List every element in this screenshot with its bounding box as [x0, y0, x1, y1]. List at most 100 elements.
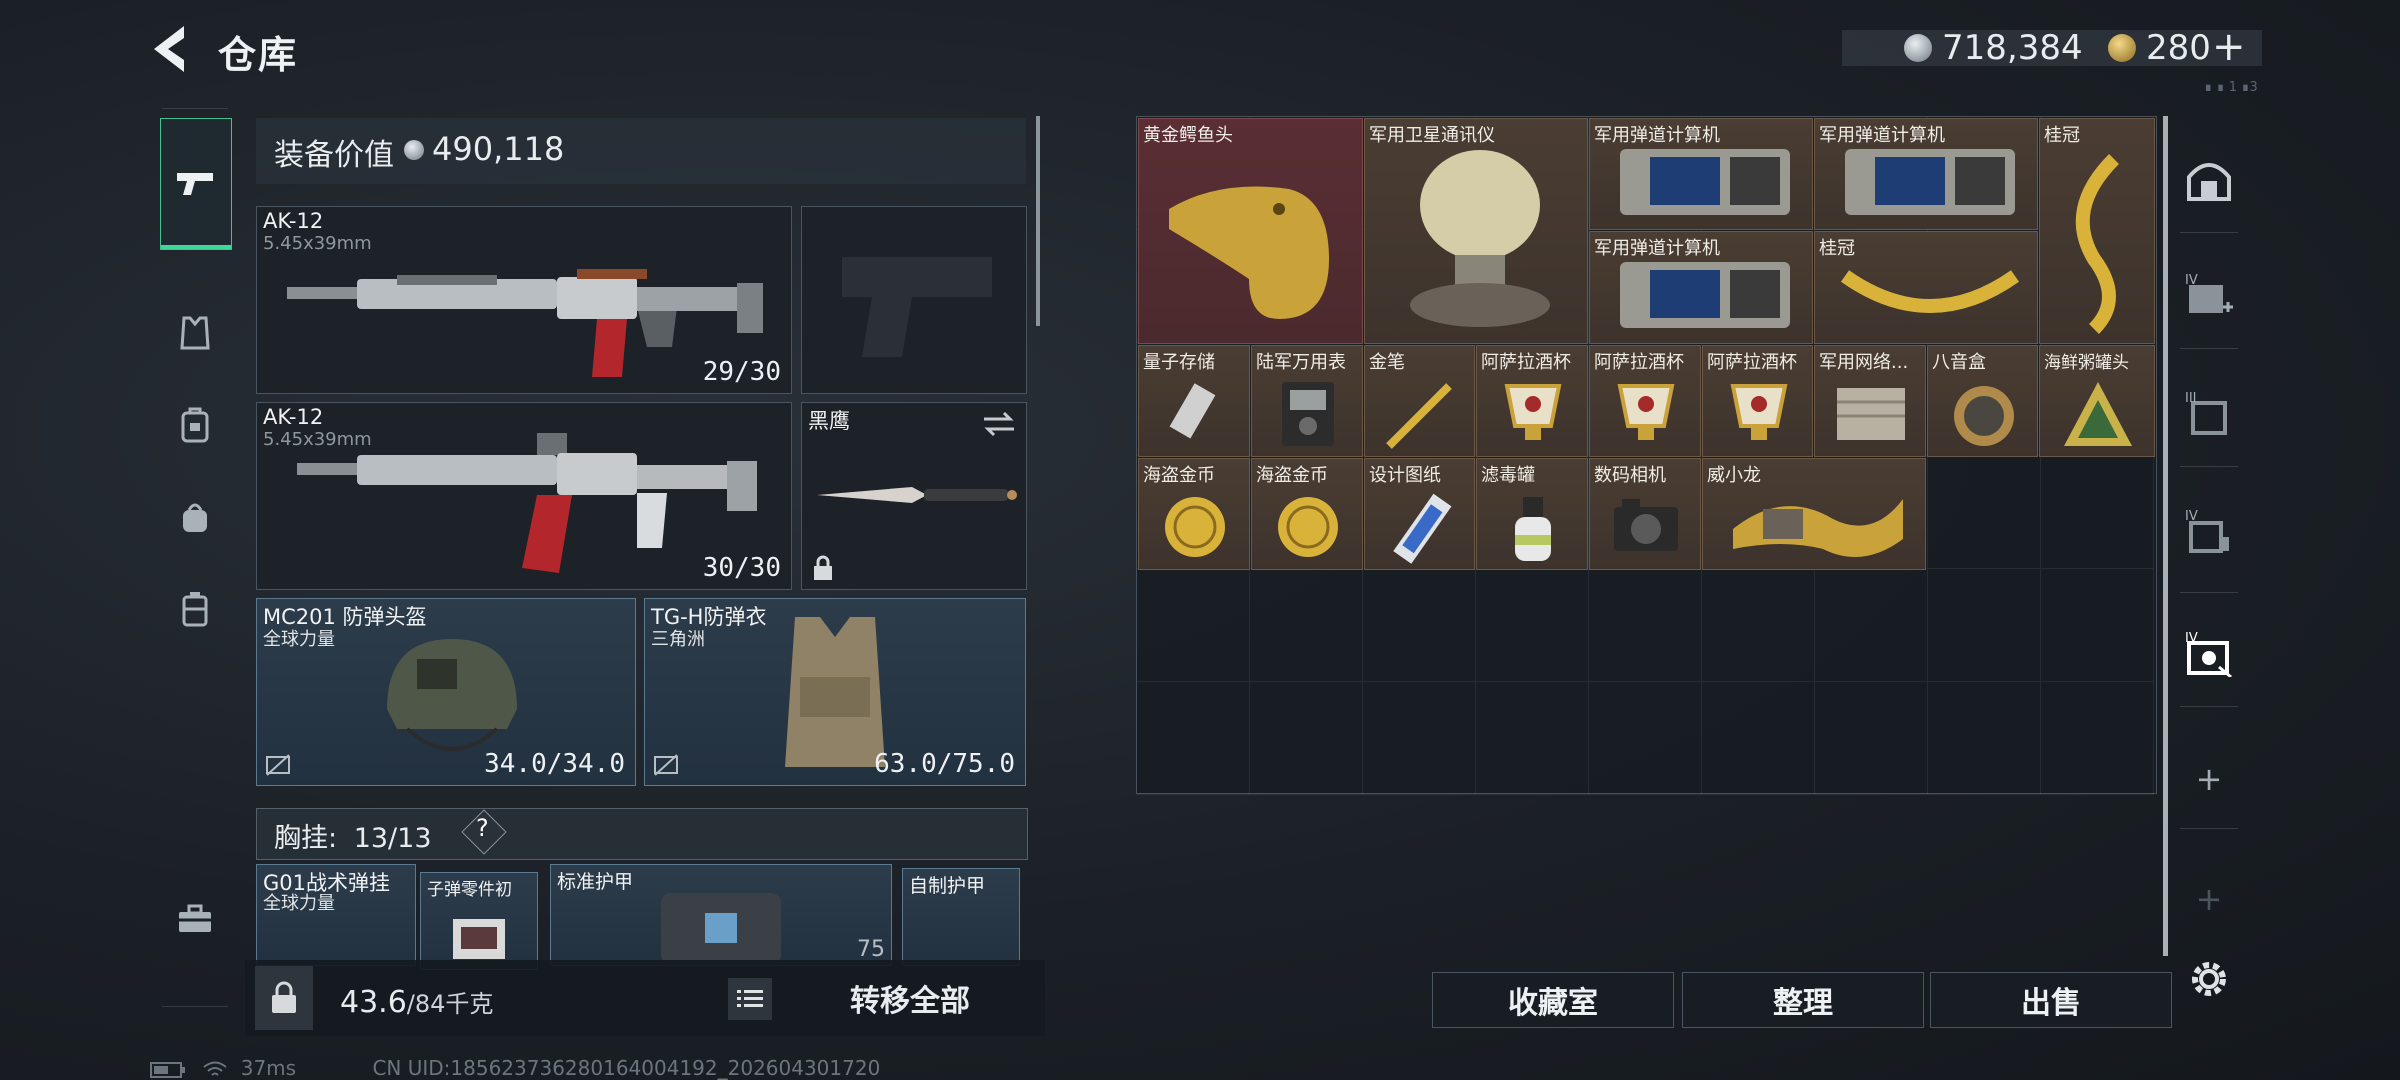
- rig-homemade-armor-slot[interactable]: 自制护甲: [902, 868, 1020, 966]
- stash-item[interactable]: 黄金鳄鱼头: [1138, 118, 1363, 344]
- rifle-icon: [287, 269, 763, 377]
- canned-food-icon: [2064, 382, 2132, 446]
- tier-label: IV: [2185, 273, 2198, 288]
- pistol-silhouette-icon: [842, 257, 992, 357]
- sidebar-item-case[interactable]: [160, 574, 230, 644]
- stash-item[interactable]: 金笔: [1364, 345, 1475, 457]
- stash-cell[interactable]: [1589, 682, 1702, 795]
- sidebar-item-stash-4b[interactable]: IV: [2182, 506, 2236, 560]
- secondary-weapon-slot[interactable]: [801, 206, 1027, 394]
- sidebar-add-button[interactable]: +: [2182, 752, 2236, 806]
- page-title: 仓库: [218, 33, 299, 77]
- stash-cell[interactable]: [1815, 682, 1928, 795]
- stash-item[interactable]: 海盗金币: [1251, 458, 1363, 570]
- tier-label: IV: [2185, 509, 2198, 524]
- ammo-count: 30/30: [702, 553, 781, 583]
- weight-current: 43.6: [340, 985, 407, 1020]
- stash-item[interactable]: 威小龙: [1702, 458, 1926, 570]
- slot-faction: 全球力量: [263, 893, 335, 914]
- stash-item[interactable]: 海鲜粥罐头: [2039, 345, 2155, 457]
- network-device-icon: [1837, 388, 1905, 440]
- back-button[interactable]: [148, 22, 192, 76]
- stash-cell[interactable]: [1589, 569, 1702, 682]
- silver-currency-value: 718,384: [1942, 28, 2083, 68]
- stash-item[interactable]: 量子存储: [1138, 345, 1250, 457]
- rig-armor-slot[interactable]: 标准护甲 75: [550, 864, 892, 966]
- list-view-button[interactable]: [728, 978, 772, 1020]
- sell-button[interactable]: 出售: [1930, 972, 2172, 1028]
- gold-coin-icon: [1278, 497, 1338, 557]
- stash-item[interactable]: 设计图纸: [1364, 458, 1475, 570]
- stash-cell[interactable]: [1815, 569, 1928, 682]
- add-gold-button[interactable]: +: [2212, 24, 2246, 70]
- sidebar-item-stash-4-active[interactable]: IV: [2182, 628, 2236, 682]
- transfer-all-button[interactable]: 转移全部: [790, 966, 1030, 1030]
- stash-cell[interactable]: [1928, 456, 2041, 569]
- stash-cell[interactable]: [1137, 682, 1250, 795]
- stash-cell[interactable]: [1476, 569, 1589, 682]
- stash-cell[interactable]: [2041, 569, 2154, 682]
- stash-item[interactable]: 军用网络...: [1814, 345, 1926, 457]
- rig-pocket-slot[interactable]: 子弹零件初: [420, 872, 538, 970]
- stash-item[interactable]: 阿萨拉酒杯: [1702, 345, 1813, 457]
- stash-item[interactable]: 桂冠: [2039, 118, 2155, 344]
- stash-item[interactable]: 陆军万用表: [1251, 345, 1363, 457]
- stash-item[interactable]: 阿萨拉酒杯: [1476, 345, 1588, 457]
- stash-cell[interactable]: [1137, 569, 1250, 682]
- stash-item[interactable]: 桂冠: [1814, 231, 2038, 344]
- melee-weapon-slot[interactable]: 黑鹰: [801, 402, 1027, 590]
- helmet-slot[interactable]: MC201 防弹头盔 全球力量 34.0/34.0: [256, 598, 636, 786]
- sidebar-divider: [162, 1006, 228, 1007]
- weight-lock-button[interactable]: [255, 966, 313, 1030]
- stash-item[interactable]: 军用弹道计算机: [1589, 231, 1813, 344]
- armor-pack-icon: [661, 893, 781, 965]
- primary-weapon-slot[interactable]: AK-12 5.45x39mm 29/30: [256, 206, 792, 394]
- sidebar-item-backpack[interactable]: [160, 390, 230, 460]
- stash-cell[interactable]: [1928, 569, 2041, 682]
- stash-cell[interactable]: [2041, 456, 2154, 569]
- settings-button[interactable]: [2182, 952, 2236, 1006]
- stash-cell[interactable]: [1476, 682, 1589, 795]
- primary-weapon-slot-2[interactable]: AK-12 5.45x39mm 30/30: [256, 402, 792, 590]
- sidebar-item-toolbox[interactable]: [160, 884, 230, 954]
- satellite-communicator-icon: [1410, 150, 1550, 327]
- tier-label: III: [2185, 391, 2197, 406]
- stash-item[interactable]: 军用卫星通讯仪: [1364, 118, 1588, 344]
- stash-cell[interactable]: [2041, 682, 2154, 795]
- slot-name: 子弹零件初: [427, 880, 512, 900]
- armor-value: 75: [857, 937, 885, 962]
- slot-name: 黑鹰: [808, 409, 850, 433]
- knife-icon: [817, 487, 1017, 503]
- rig-slot[interactable]: G01战术弹挂 全球力量: [256, 864, 416, 966]
- sidebar-item-weapons[interactable]: [160, 118, 232, 250]
- stash-scrollbar[interactable]: [2163, 116, 2168, 956]
- stash-cell[interactable]: [1702, 569, 1815, 682]
- equipment-scrollbar[interactable]: [1036, 116, 1040, 326]
- stash-cell[interactable]: [1363, 569, 1476, 682]
- stash-item[interactable]: 阿萨拉酒杯: [1589, 345, 1701, 457]
- sidebar-item-stash-4-add[interactable]: IV: [2182, 270, 2236, 324]
- sidebar-item-bag[interactable]: [160, 482, 230, 552]
- sidebar-divider: [2180, 828, 2238, 829]
- stash-cell[interactable]: [1250, 682, 1363, 795]
- stash-item[interactable]: 数码相机: [1589, 458, 1701, 570]
- back-arrow-icon: [154, 26, 184, 72]
- sidebar-item-stash-3[interactable]: III: [2182, 388, 2236, 442]
- stash-item[interactable]: 八音盒: [1927, 345, 2038, 457]
- toolbox-icon: [179, 904, 211, 932]
- swap-icon[interactable]: [982, 411, 1016, 437]
- stash-item[interactable]: 军用弹道计算机: [1589, 118, 1813, 230]
- stash-cell[interactable]: [1250, 569, 1363, 682]
- sidebar-item-armor[interactable]: [160, 298, 230, 368]
- stash-item[interactable]: 军用弹道计算机: [1814, 118, 2038, 230]
- help-question-mark[interactable]: ?: [476, 814, 489, 842]
- stash-item[interactable]: 海盗金币: [1138, 458, 1250, 570]
- body-armor-slot[interactable]: TG-H防弹衣 三角洲 63.0/75.0: [644, 598, 1026, 786]
- collection-room-button[interactable]: 收藏室: [1432, 972, 1674, 1028]
- stash-cell[interactable]: [1702, 682, 1815, 795]
- stash-item[interactable]: 滤毒罐: [1476, 458, 1588, 570]
- sidebar-item-collection[interactable]: [2182, 152, 2236, 206]
- stash-cell[interactable]: [1928, 682, 2041, 795]
- organize-button[interactable]: 整理: [1682, 972, 1924, 1028]
- stash-cell[interactable]: [1363, 682, 1476, 795]
